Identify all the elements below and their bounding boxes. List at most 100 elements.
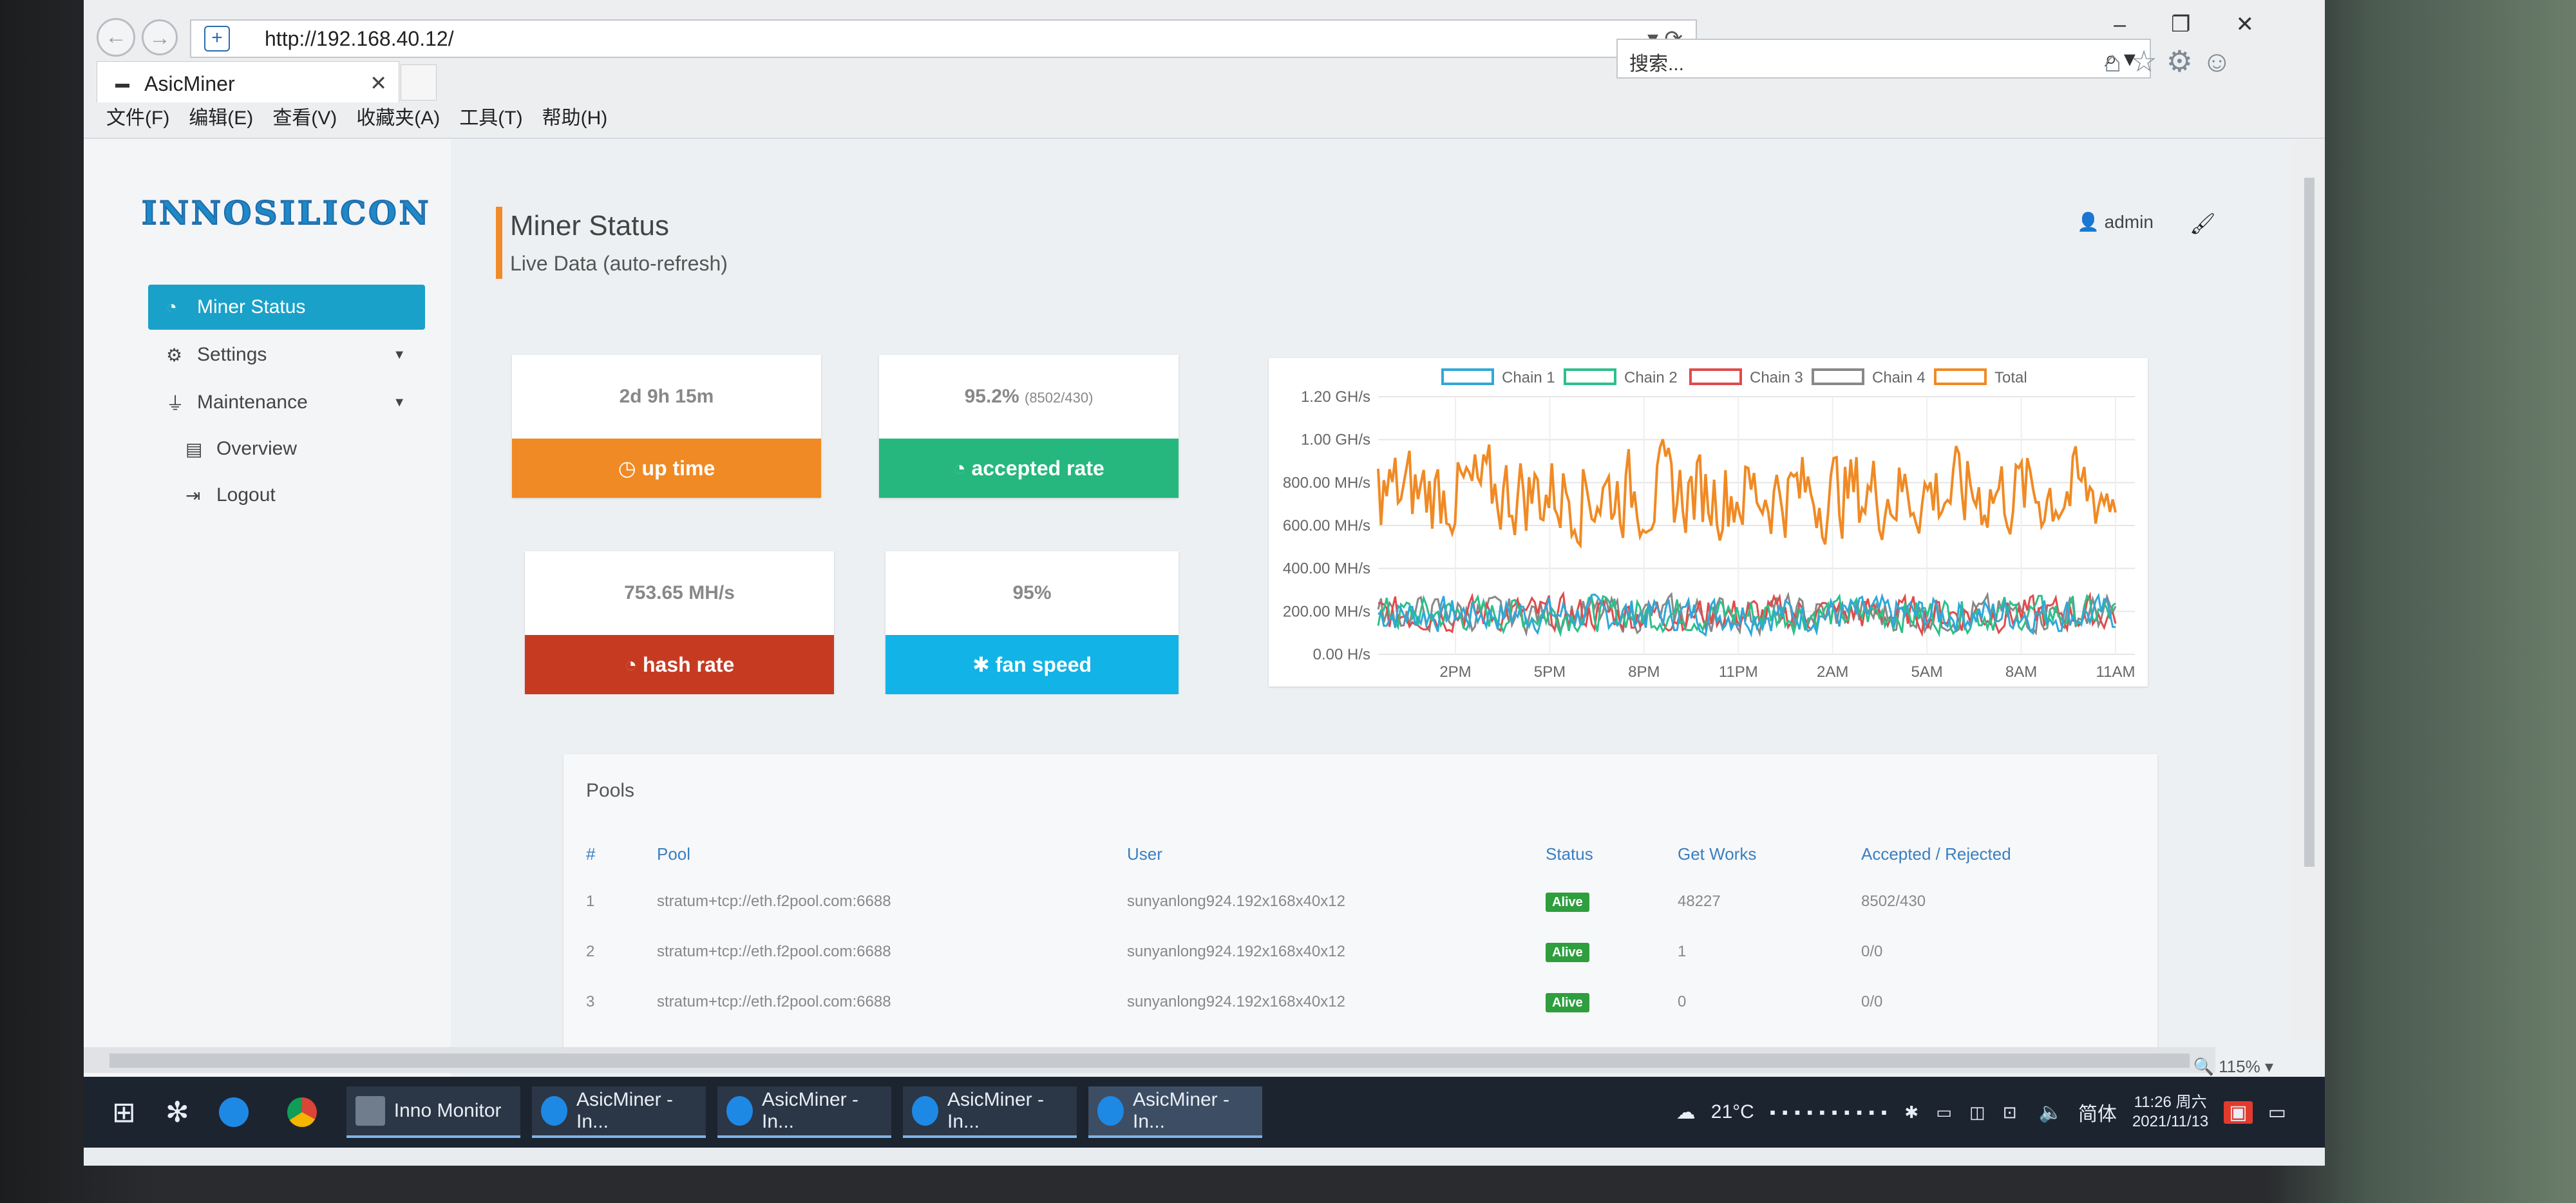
sidebar-item-maintenance[interactable]: ⏚ Maintenance ▼ bbox=[148, 380, 425, 425]
sidebar-item-settings[interactable]: ⚙ Settings ▼ bbox=[148, 332, 425, 377]
y-tick-label: 200.00 MH/s bbox=[1283, 603, 1370, 620]
menu-view[interactable]: 查看(V) bbox=[272, 102, 337, 134]
sidebar-item-label: Maintenance bbox=[197, 392, 308, 413]
ie-taskbar-icon[interactable] bbox=[210, 1086, 267, 1138]
menu-tools[interactable]: 工具(T) bbox=[459, 102, 522, 134]
x-tick-label: 8AM bbox=[2005, 663, 2037, 681]
sidebar-item-logout[interactable]: ⇥ Logout bbox=[167, 473, 444, 518]
zoom-value: 115% bbox=[2219, 1057, 2260, 1076]
legend-swatch bbox=[1564, 368, 1616, 385]
x-tick-label: 5PM bbox=[1534, 663, 1566, 681]
forward-icon[interactable]: → bbox=[142, 19, 178, 55]
col-header-pool: Pool bbox=[657, 844, 691, 864]
legend-label: Chain 4 bbox=[1872, 369, 1926, 386]
taskbar-item-asicminer-2[interactable]: AsicMiner - In... bbox=[717, 1086, 891, 1138]
zoom-level[interactable]: 🔍 115% ▾ bbox=[2193, 1057, 2273, 1077]
zoom-icon: 🔍 bbox=[2193, 1057, 2219, 1076]
accepted-rate-label: accepted rate bbox=[971, 457, 1104, 480]
window-controls[interactable]: –❐✕ bbox=[2114, 12, 2299, 37]
chrome-taskbar-icon[interactable] bbox=[278, 1086, 335, 1138]
legend-label: Chain 2 bbox=[1624, 369, 1678, 386]
pool-user: sunyanlong924.192x168x40x12 bbox=[1127, 893, 1345, 910]
y-tick-label: 400.00 MH/s bbox=[1283, 560, 1370, 578]
screen: ← → + http://192.168.40.12/ ▾ ⟳ 搜索... ⌕ … bbox=[84, 0, 2325, 1166]
dashboard-icon: ◔ bbox=[624, 653, 643, 676]
accepted-rate-value: 95.2% (8502/430) bbox=[879, 355, 1179, 439]
start-button[interactable]: ⊞ bbox=[103, 1086, 145, 1138]
clock-date: 2021/11/13 bbox=[2132, 1113, 2209, 1130]
menu-help[interactable]: 帮助(H) bbox=[542, 102, 608, 134]
hashrate-label: hash rate bbox=[642, 653, 735, 676]
taskbar-clock[interactable]: 11:26 周六 2021/11/13 bbox=[2132, 1093, 2208, 1132]
y-tick-label: 0.00 H/s bbox=[1313, 646, 1370, 663]
sidebar: INNOSILICON ◔ Miner Status ⚙ Settings ▼ … bbox=[84, 139, 451, 1077]
ime-indicator[interactable]: 简体 bbox=[2078, 1098, 2117, 1126]
ie-icon bbox=[218, 1097, 249, 1127]
book-icon: ▤ bbox=[185, 439, 203, 459]
taskbar-label: AsicMiner - In... bbox=[761, 1089, 858, 1132]
taskbar-item-inno-monitor[interactable]: Inno Monitor bbox=[346, 1086, 520, 1138]
sidebar-item-label: Overview bbox=[216, 438, 298, 459]
tray-icons[interactable]: ▪▪▪▪▪▪▪▪▪▪ ✱ ▭ ◫ ⊡ bbox=[1770, 1103, 2023, 1122]
hashrate-chart-svg: Chain 1 Chain 2 Chain 3 Chain 4 Total 1.20 GH… bbox=[1283, 368, 2135, 681]
new-tab-button[interactable] bbox=[401, 64, 437, 100]
x-tick-label: 8PM bbox=[1628, 663, 1660, 681]
sidebar-item-miner-status[interactable]: ◔ Miner Status bbox=[148, 285, 425, 330]
pool-index: 2 bbox=[586, 943, 595, 960]
dashboard-icon: ◔ bbox=[953, 457, 972, 480]
y-tick-label: 1.20 GH/s bbox=[1301, 388, 1370, 406]
y-tick-label: 600.00 MH/s bbox=[1283, 517, 1370, 535]
pool-status-cell: Alive bbox=[1546, 876, 1678, 927]
legend-label: Chain 1 bbox=[1502, 369, 1555, 386]
sidebar-item-overview[interactable]: ▤ Overview bbox=[167, 426, 444, 471]
user-name: admin bbox=[2104, 212, 2154, 232]
x-tick-label: 2AM bbox=[1817, 663, 1848, 681]
notification-icon[interactable]: ▣ bbox=[2224, 1101, 2253, 1124]
taskbar-label: Inno Monitor bbox=[393, 1100, 502, 1121]
url-text[interactable]: http://192.168.40.12/ bbox=[265, 27, 454, 51]
browser-tab[interactable]: AsicMiner ✕ bbox=[97, 61, 399, 102]
pool-get-works: 1 bbox=[1678, 943, 1687, 960]
horizontal-scrollbar[interactable] bbox=[84, 1047, 2215, 1073]
pools-header-row: # Pool User Status Get Works Accepted / … bbox=[586, 831, 2145, 876]
volume-icon[interactable]: 🔈 bbox=[2039, 1101, 2063, 1124]
vertical-scrollbar[interactable] bbox=[2293, 139, 2325, 1041]
hashrate-label-bar: ◔ hash rate bbox=[525, 635, 834, 694]
menu-file[interactable]: 文件(F) bbox=[106, 102, 169, 134]
action-center-icon[interactable]: ▭ bbox=[2268, 1101, 2286, 1124]
vertical-scroll-thumb[interactable] bbox=[2304, 178, 2315, 867]
taskbar-item-asicminer-3[interactable]: AsicMiner - In... bbox=[902, 1086, 1077, 1138]
status-badge: Alive bbox=[1546, 893, 1589, 912]
legend-label: Total bbox=[1994, 369, 2027, 386]
table-row: 2 stratum+tcp://eth.f2pool.com:6688 suny… bbox=[586, 927, 2145, 977]
user-menu[interactable]: 👤 admin bbox=[2077, 211, 2154, 232]
horizontal-scroll-thumb[interactable] bbox=[109, 1054, 2190, 1068]
menu-favorites[interactable]: 收藏夹(A) bbox=[356, 102, 440, 134]
task-view-icon[interactable]: ✻ bbox=[156, 1086, 198, 1138]
taskbar-item-asicminer-4[interactable]: AsicMiner - In... bbox=[1088, 1086, 1262, 1138]
taskbar-item-asicminer-1[interactable]: AsicMiner - In... bbox=[531, 1086, 706, 1138]
sidebar-item-label: Miner Status bbox=[197, 296, 306, 317]
toolbar-icons[interactable]: ⌂☆⚙☺ bbox=[2104, 44, 2241, 79]
user-icon: 👤 bbox=[2077, 212, 2105, 232]
site-shield-icon: + bbox=[204, 26, 230, 52]
pool-accepted-rejected: 0/0 bbox=[1861, 943, 1883, 960]
ie-icon bbox=[911, 1096, 938, 1126]
menu-edit[interactable]: 编辑(E) bbox=[189, 102, 253, 134]
sidebar-item-label: Logout bbox=[216, 484, 276, 506]
uptime-label: up time bbox=[641, 457, 715, 480]
legend-swatch bbox=[1441, 368, 1494, 385]
fan-speed-card: 95% ✱ fan speed bbox=[886, 551, 1179, 694]
close-tab-icon[interactable]: ✕ bbox=[370, 71, 387, 95]
accepted-rate-card: 95.2% (8502/430) ◔ accepted rate bbox=[879, 355, 1179, 498]
pool-status-cell: Alive bbox=[1546, 927, 1678, 977]
address-bar[interactable]: + http://192.168.40.12/ ▾ ⟳ bbox=[190, 19, 1697, 58]
ie-icon bbox=[540, 1096, 567, 1126]
page-subtitle: Live Data (auto-refresh) bbox=[510, 252, 728, 275]
search-input[interactable]: 搜索... ⌕ ▾ bbox=[1616, 39, 2151, 79]
uptime-value: 2d 9h 15m bbox=[619, 386, 714, 407]
weather-temp[interactable]: 21°C bbox=[1711, 1101, 1754, 1123]
theme-brush-icon[interactable]: 🖌 bbox=[2190, 211, 2216, 236]
back-icon[interactable]: ← bbox=[97, 18, 135, 57]
clock-time: 11:26 周六 bbox=[2134, 1094, 2207, 1111]
